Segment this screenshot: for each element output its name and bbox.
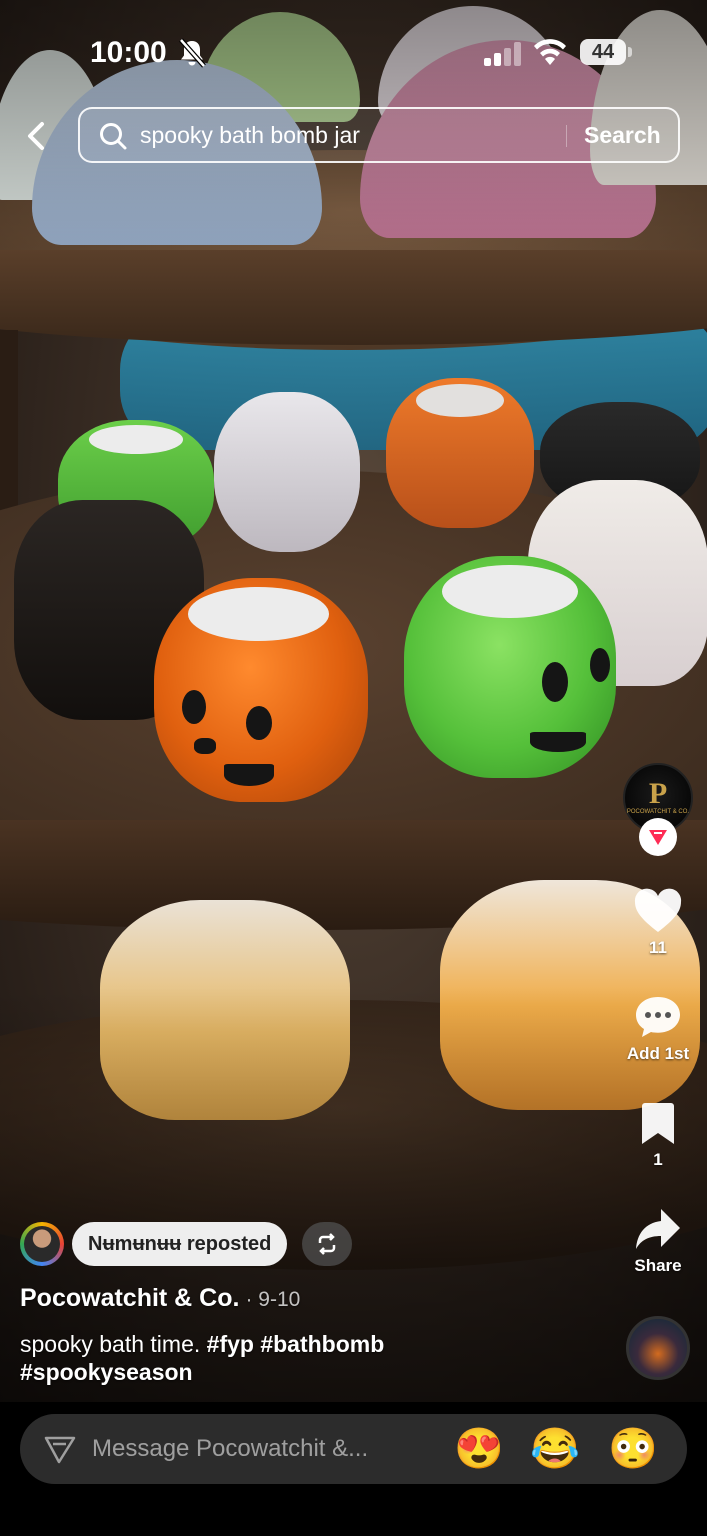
hashtag[interactable]: #bathbomb <box>260 1331 384 1357</box>
follow-arrow-icon <box>649 830 667 845</box>
tears-of-joy-emoji-button[interactable]: 😂 <box>530 1424 580 1474</box>
hashtag[interactable]: #spookyseason <box>20 1359 193 1385</box>
send-arrow-icon <box>44 1436 76 1464</box>
battery-tip <box>628 47 632 57</box>
search-button[interactable]: Search <box>584 122 661 149</box>
share-label: Share <box>634 1256 682 1275</box>
creator-avatar-logo: P <box>648 777 668 810</box>
message-input[interactable]: Message Pocowatchit &... 😍 😂 😳 <box>20 1414 687 1484</box>
post-date: · 9-10 <box>245 1288 301 1311</box>
bookmark-button[interactable]: 1 <box>620 1102 696 1170</box>
heart-icon <box>634 888 682 932</box>
share-button[interactable]: Share <box>620 1206 696 1276</box>
flushed-emoji-button[interactable]: 😳 <box>608 1424 658 1474</box>
like-count: 11 <box>649 938 667 957</box>
reposter-avatar[interactable] <box>20 1222 64 1266</box>
comment-count: Add 1st <box>626 1044 690 1063</box>
post-caption: spooky bath time. #fyp #bathbomb #spookys… <box>20 1330 580 1386</box>
hashtag[interactable]: #fyp <box>207 1331 254 1357</box>
video-frame[interactable] <box>0 0 707 1410</box>
status-bar: 10:00 44 <box>0 28 707 76</box>
status-time: 10:00 <box>90 36 167 69</box>
creator-avatar-subtext: POCOWATCHIT & CO. <box>626 809 690 815</box>
signal-icon <box>484 42 521 66</box>
search-input[interactable]: spooky bath bomb jar Search <box>78 107 680 163</box>
like-button[interactable]: 11 <box>620 888 696 958</box>
repost-label[interactable]: Nʉmʉnʉʉ reposted <box>72 1222 288 1266</box>
share-arrow-icon <box>636 1209 680 1249</box>
bookmark-icon <box>642 1103 674 1144</box>
video-vignette <box>0 0 707 1410</box>
bell-muted-icon <box>179 38 206 68</box>
search-query[interactable]: spooky bath bomb jar <box>140 122 360 149</box>
creator-name[interactable]: Pocowatchit & Co. <box>20 1284 239 1312</box>
comment-button[interactable]: Add 1st <box>620 994 696 1064</box>
search-icon <box>100 123 127 150</box>
sound-disc[interactable] <box>626 1316 690 1380</box>
bottom-bar: Message Pocowatchit &... 😍 😂 😳 <box>0 1402 707 1536</box>
comment-icon <box>636 997 680 1037</box>
caption-text: spooky bath time. <box>20 1331 207 1357</box>
message-placeholder: Message Pocowatchit &... <box>92 1435 369 1462</box>
wifi-icon <box>534 39 566 65</box>
heart-eyes-emoji-button[interactable]: 😍 <box>454 1424 504 1474</box>
repost-button[interactable] <box>302 1222 352 1266</box>
repost-icon <box>318 1233 336 1255</box>
battery-icon: 44 <box>580 39 626 65</box>
search-divider <box>566 125 567 147</box>
back-arrow-icon[interactable] <box>18 112 58 160</box>
creator-line: Pocowatchit & Co. · 9-10 <box>20 1284 300 1313</box>
follow-button[interactable] <box>639 818 677 856</box>
bookmark-count: 1 <box>653 1150 663 1169</box>
